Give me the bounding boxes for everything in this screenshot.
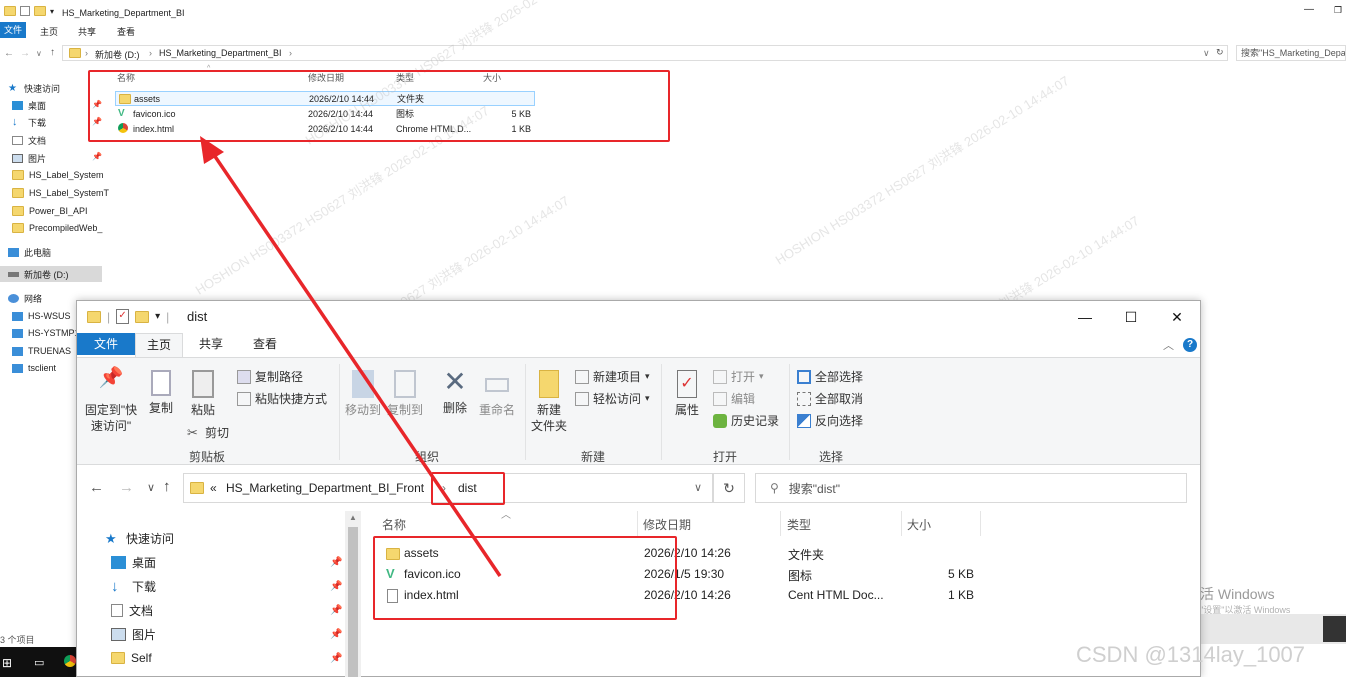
csdn-watermark: CSDN @1314lay_1007: [1076, 642, 1306, 667]
arrow-head: [200, 136, 224, 164]
annotation-arrow: [200, 136, 502, 577]
arrow-shaft: [210, 151, 502, 577]
